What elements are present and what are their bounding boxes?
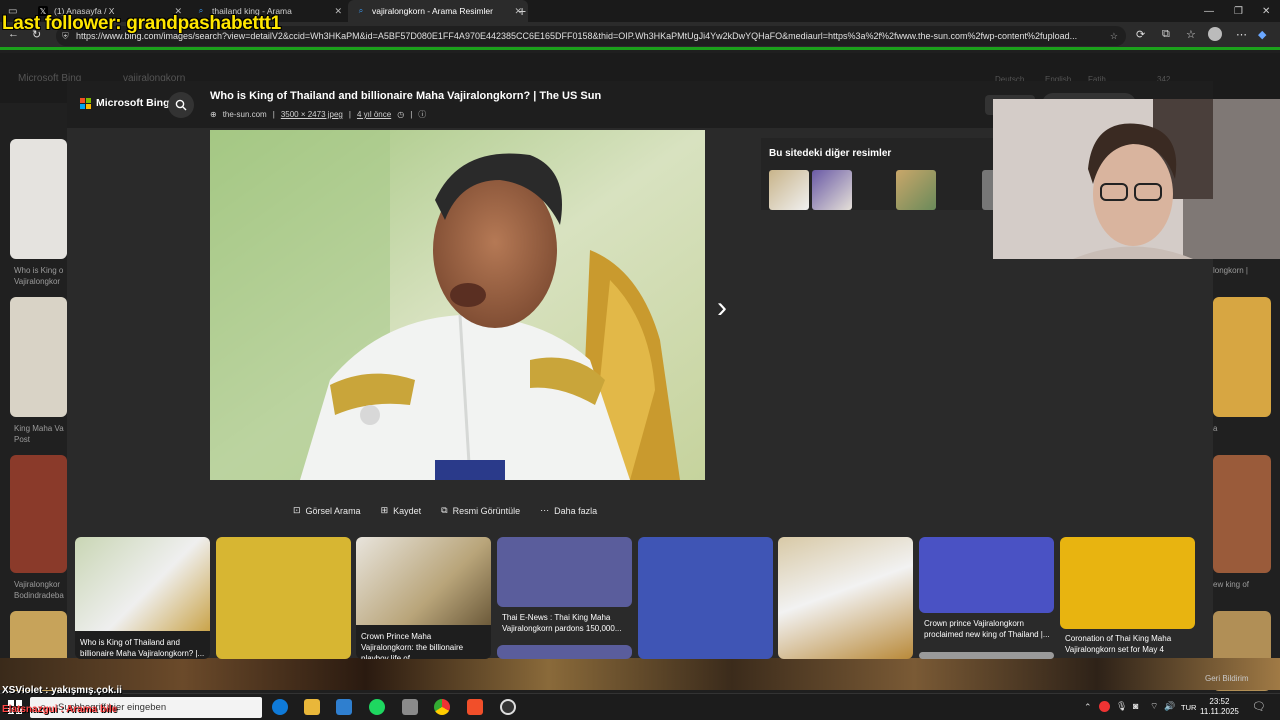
related-caption: Thai E-News : Thai King Maha Vajiralongk… <box>502 613 622 633</box>
notification-icon[interactable]: 🗨 <box>1252 700 1266 713</box>
related-card[interactable] <box>497 537 632 607</box>
clock-icon: ◷ <box>397 110 405 119</box>
tab-label: vajiralongkorn - Arama Resimler <box>372 6 493 16</box>
bg-caption: longkorn | <box>1213 266 1248 275</box>
spotify-icon[interactable] <box>369 699 385 715</box>
new-tab-button[interactable]: + <box>510 0 530 22</box>
menu-dots-icon[interactable]: ⋯ <box>1236 28 1247 41</box>
favorites-icon[interactable]: ☆ <box>1186 28 1196 41</box>
plus-icon: + <box>518 3 527 19</box>
file-explorer-icon[interactable] <box>304 699 320 715</box>
search-icon <box>175 99 187 111</box>
image-title[interactable]: Who is King of Thailand and billionaire … <box>210 90 601 102</box>
bg-thumb[interactable] <box>1213 455 1271 573</box>
bg-caption: Vajiralongkor Bodindradeba <box>14 580 64 600</box>
calculator-icon[interactable] <box>402 699 418 715</box>
related-caption: Crown Prince Maha Vajiralongkorn: the bi… <box>361 632 464 659</box>
site-thumb[interactable] <box>896 170 936 210</box>
brave-icon[interactable] <box>467 699 483 715</box>
webcam-overlay <box>993 99 1280 259</box>
bg-thumb[interactable] <box>10 139 67 259</box>
related-card[interactable] <box>778 537 913 659</box>
camera-icon[interactable]: ◙ <box>1133 701 1138 711</box>
save-button[interactable]: ⊞ Kaydet <box>381 505 422 516</box>
related-caption: Coronation of Thai King Maha Vajiralongk… <box>1065 634 1172 654</box>
tab-vajiralongkorn[interactable]: ⌕ vajiralongkorn - Arama Resimler ✕ <box>348 0 528 22</box>
image-meta: ⊕ the-sun.com | 3500 × 2473 jpeg | 4 yıl… <box>210 109 427 120</box>
store-icon[interactable] <box>336 699 352 715</box>
input-language[interactable]: TUR <box>1181 703 1196 712</box>
chat-message: Elatsnazgui : Arama bile <box>2 704 118 715</box>
globe-icon: ⊕ <box>210 110 217 119</box>
minimize-button[interactable]: — <box>1196 0 1214 22</box>
related-card[interactable] <box>638 537 773 659</box>
tray-app-icon[interactable] <box>1099 701 1110 712</box>
logo-text: Microsoft Bing <box>96 97 170 109</box>
close-tab-icon[interactable]: ✕ <box>334 6 342 17</box>
microphone-icon[interactable]: 🎙 <box>1116 701 1127 712</box>
extensions-icon[interactable]: ⟳ <box>1136 28 1145 41</box>
visual-search-button[interactable]: ⊡ Görsel Arama <box>293 505 361 516</box>
site-thumb[interactable] <box>769 170 809 210</box>
close-window-button[interactable]: ✕ <box>1254 0 1270 22</box>
related-card[interactable] <box>216 537 351 659</box>
more-button[interactable]: ⋯ Daha fazla <box>540 505 597 516</box>
search-button[interactable] <box>168 92 194 118</box>
volume-icon[interactable]: 🔊 <box>1164 701 1175 712</box>
save-icon: ⊞ <box>380 505 389 515</box>
chat-message: XSViolet : yakışmış.çok.ii <box>2 685 122 696</box>
windows-taskbar: ⌕ Suchbegriff hier eingeben ⌃ 🎙 ◙ ⌔ 🔊 TU… <box>0 693 1280 720</box>
bg-thumb-strip <box>0 658 1280 690</box>
maximize-button[interactable]: ❐ <box>1226 0 1243 22</box>
bg-thumb[interactable] <box>1213 297 1271 417</box>
image-age[interactable]: 4 yıl önce <box>357 110 391 119</box>
edge-icon[interactable] <box>272 699 288 715</box>
clock-date: 11.11.2025 <box>1200 707 1239 716</box>
source-link[interactable]: the-sun.com <box>223 110 267 119</box>
bg-caption: ew king of <box>1213 580 1250 589</box>
visual-search-icon: ⊡ <box>293 505 301 515</box>
next-image-arrow[interactable]: › <box>717 291 727 325</box>
split-screen-icon[interactable]: ⧉ <box>1162 28 1170 41</box>
copilot-icon[interactable]: ◆ <box>1258 28 1266 41</box>
chrome-icon[interactable] <box>434 699 450 715</box>
image-actions-bar: ⊡ Görsel Arama ⊞ Kaydet ⧉ Resmi Görüntüle ⋯… <box>293 505 597 516</box>
system-clock[interactable]: 23:52 11.11.2025 <box>1200 697 1239 717</box>
more-icon: ⋯ <box>540 505 550 515</box>
related-card[interactable] <box>1060 537 1195 629</box>
tray-chevron-icon[interactable]: ⌃ <box>1084 702 1092 713</box>
bg-caption: Who is King o Vajiralongkor <box>14 266 64 286</box>
related-card[interactable] <box>919 537 1054 613</box>
site-thumb[interactable] <box>812 170 852 210</box>
last-follower-overlay: Last follower: grandpashabettt1 <box>2 13 281 34</box>
bg-thumb[interactable] <box>10 455 67 573</box>
more-from-site-panel: Bu sitedeki diğer resimler <box>761 138 1001 210</box>
related-image <box>75 537 210 631</box>
network-icon[interactable]: ⌔ <box>1150 701 1158 712</box>
related-image <box>356 537 491 625</box>
side-panel-title: Bu sitedeki diğer resimler <box>769 148 892 159</box>
related-card[interactable] <box>497 645 632 659</box>
search-icon: ⌕ <box>358 6 364 15</box>
obs-icon[interactable] <box>500 699 516 715</box>
bing-logo[interactable]: Microsoft Bing <box>80 97 170 109</box>
related-card[interactable]: Who is King of Thailand and billionaire … <box>75 537 210 659</box>
related-caption: Crown prince Vajiralongkorn proclaimed n… <box>924 619 1050 639</box>
main-image[interactable] <box>210 130 705 480</box>
bg-thumb[interactable] <box>10 297 67 417</box>
bg-caption: King Maha Va Post <box>14 424 64 444</box>
view-image-button[interactable]: ⧉ Resmi Görüntüle <box>441 505 520 516</box>
bg-caption: a <box>1213 424 1218 433</box>
feedback-button[interactable]: Geri Bildirim <box>1205 674 1249 683</box>
clock-time: 23:52 <box>1209 697 1230 706</box>
related-card[interactable]: Crown Prince Maha Vajiralongkorn: the bi… <box>356 537 491 659</box>
info-icon[interactable]: ⓘ <box>418 109 426 120</box>
microsoft-logo-icon <box>80 97 91 109</box>
favorite-star-icon[interactable]: ☆ <box>1110 31 1118 42</box>
profile-avatar[interactable] <box>1208 27 1222 41</box>
view-image-icon: ⧉ <box>441 505 448 515</box>
related-card[interactable] <box>919 652 1054 659</box>
image-dimensions[interactable]: 3500 × 2473 jpeg <box>281 110 343 119</box>
related-caption: Who is King of Thailand and billionaire … <box>80 638 205 658</box>
